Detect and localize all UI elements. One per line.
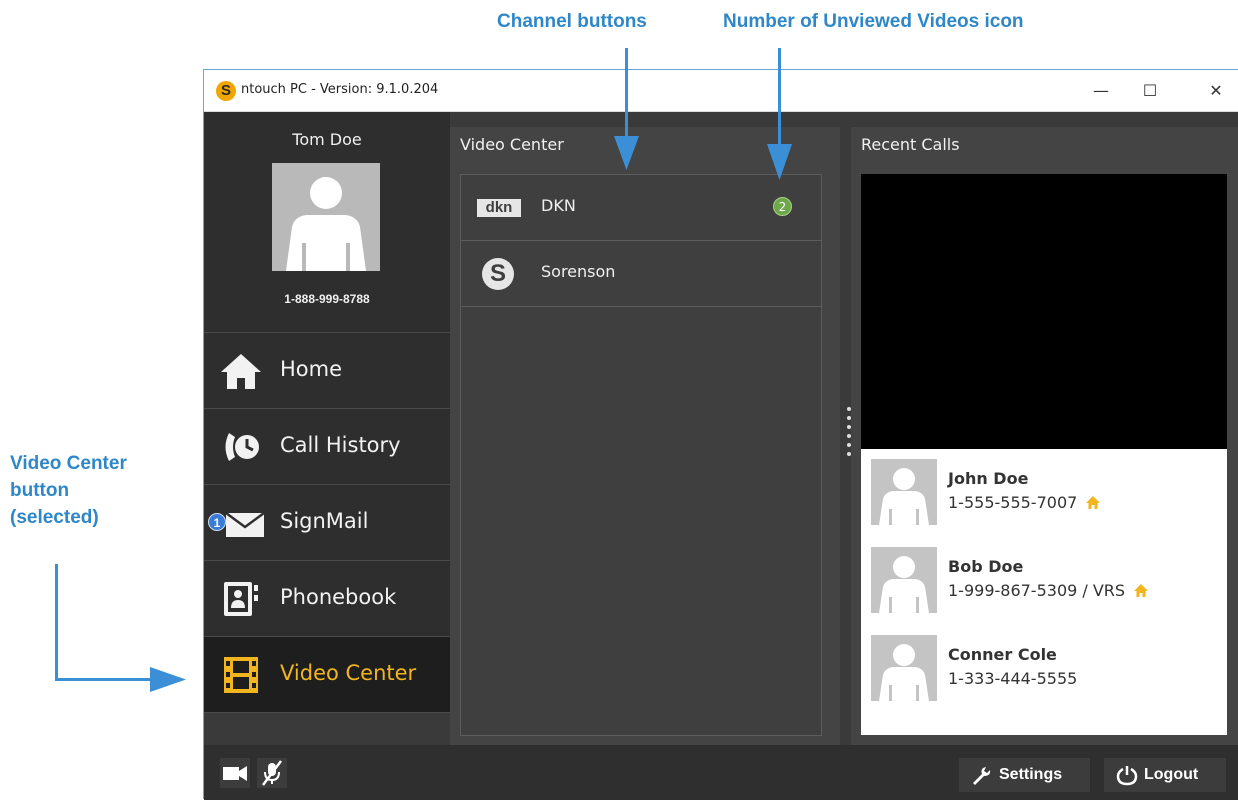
channel-button-sorenson[interactable]: S Sorenson xyxy=(461,241,821,307)
annotation-unviewed-icon: Number of Unviewed Videos icon xyxy=(723,11,1024,32)
contact-phone: 1-333-444-5555 xyxy=(948,669,1077,688)
recent-call-item[interactable]: John Doe 1-555-555-7007 xyxy=(861,459,1211,525)
annotation-line-1: Video Center xyxy=(10,453,127,474)
channel-button-dkn[interactable]: dkn DKN 2 xyxy=(461,175,821,241)
contact-phone: 1-999-867-5309 / VRS xyxy=(948,581,1149,600)
nav-item-phonebook[interactable]: Phonebook xyxy=(204,560,450,636)
profile-name: Tom Doe xyxy=(292,130,362,149)
film-strip-icon xyxy=(224,657,258,693)
logout-button[interactable]: Logout xyxy=(1104,758,1226,792)
signmail-count-badge: 1 xyxy=(208,513,226,531)
annotation-channel-buttons: Channel buttons xyxy=(497,11,647,32)
video-center-panel: Video Center dkn DKN 2 S Sorenson xyxy=(450,127,840,745)
window-title: ntouch PC - Version: 9.1.0.204 xyxy=(241,82,439,97)
channel-label: Sorenson xyxy=(541,262,616,281)
video-center-title: Video Center xyxy=(460,135,564,154)
settings-label: Settings xyxy=(999,766,1063,783)
video-preview xyxy=(861,174,1227,449)
person-icon xyxy=(286,177,366,271)
contact-name: Conner Cole xyxy=(948,645,1057,664)
nav-item-call-history[interactable]: Call History xyxy=(204,408,450,484)
annotation-arrow-unviewed-line xyxy=(778,48,781,146)
nav-item-home[interactable]: Home xyxy=(204,332,450,408)
person-icon xyxy=(879,468,929,525)
sidebar: Tom Doe 1-888-999-8788 Home Call History xyxy=(204,112,450,713)
annotation-video-center-button: Video Center button (selected) xyxy=(10,450,127,531)
nav-label-home: Home xyxy=(280,357,343,381)
contact-phone: 1-555-555-7007 xyxy=(948,493,1101,512)
profile-phone: 1-888-999-8788 xyxy=(284,292,370,306)
home-icon xyxy=(1134,584,1149,597)
contact-avatar xyxy=(871,635,937,701)
power-icon xyxy=(1116,766,1138,786)
phonebook-icon xyxy=(224,582,258,616)
nav-label-video-center: Video Center xyxy=(280,661,417,685)
app-logo-icon: S xyxy=(216,81,236,101)
contact-avatar xyxy=(871,547,937,613)
settings-button[interactable]: Settings xyxy=(959,758,1090,792)
bottom-bar: Settings Logout xyxy=(204,745,1238,800)
nav-divider xyxy=(204,712,450,713)
home-icon xyxy=(1086,496,1101,509)
contact-avatar xyxy=(871,459,937,525)
channel-label: DKN xyxy=(541,196,576,215)
nav-label-signmail: SignMail xyxy=(280,509,369,533)
annotation-arrow-vc-vertical xyxy=(55,564,58,681)
wrench-icon xyxy=(973,767,991,785)
recent-call-item[interactable]: Bob Doe 1-999-867-5309 / VRS xyxy=(861,547,1211,613)
nav-item-signmail[interactable]: 1 SignMail xyxy=(204,484,450,560)
annotation-arrow-channel-head xyxy=(614,136,639,170)
contact-name: Bob Doe xyxy=(948,557,1024,576)
annotation-arrow-vc-horizontal xyxy=(55,678,155,681)
app-window: S ntouch PC - Version: 9.1.0.204 — ☐ ✕ T… xyxy=(203,69,1238,800)
recent-call-item[interactable]: Conner Cole 1-333-444-5555 xyxy=(861,635,1211,701)
channel-list: dkn DKN 2 S Sorenson xyxy=(460,174,822,736)
video-camera-icon[interactable] xyxy=(218,758,250,788)
nav-item-video-center[interactable]: Video Center xyxy=(204,636,450,712)
contact-phone-number: 1-999-867-5309 / VRS xyxy=(948,581,1126,600)
call-history-icon xyxy=(225,433,259,461)
sorenson-logo-icon: S xyxy=(482,258,514,290)
contact-phone-number: 1-555-555-7007 xyxy=(948,493,1078,512)
nav-label-phonebook: Phonebook xyxy=(280,585,397,609)
annotation-arrow-channel-line xyxy=(625,48,628,140)
annotation-arrow-unviewed-head xyxy=(767,144,792,180)
nav-label-call-history: Call History xyxy=(280,433,401,457)
person-icon xyxy=(879,556,929,613)
logout-label: Logout xyxy=(1144,766,1199,783)
person-icon xyxy=(879,644,929,701)
contact-name: John Doe xyxy=(948,469,1029,488)
home-icon xyxy=(221,354,261,389)
dkn-logo-icon: dkn xyxy=(477,199,521,217)
maximize-button[interactable]: ☐ xyxy=(1127,70,1173,112)
recent-calls-title: Recent Calls xyxy=(861,135,960,154)
annotation-line-2: button xyxy=(10,480,70,501)
close-button[interactable]: ✕ xyxy=(1193,70,1238,112)
microphone-muted-icon[interactable] xyxy=(256,758,288,788)
unviewed-videos-badge: 2 xyxy=(773,197,792,216)
annotation-arrow-vc-head xyxy=(150,667,186,692)
recent-calls-list: John Doe 1-555-555-7007 Bob Doe 1-999-86… xyxy=(861,449,1227,735)
title-bar: S ntouch PC - Version: 9.1.0.204 — ☐ ✕ xyxy=(204,70,1238,112)
annotation-line-3: (selected) xyxy=(10,507,99,528)
contact-phone-number: 1-333-444-5555 xyxy=(948,669,1078,688)
minimize-button[interactable]: — xyxy=(1078,70,1124,112)
envelope-icon xyxy=(225,511,265,537)
recent-calls-panel: Recent Calls John Doe 1-555-555-7007 Bob… xyxy=(851,127,1238,745)
profile-avatar[interactable] xyxy=(272,163,380,271)
